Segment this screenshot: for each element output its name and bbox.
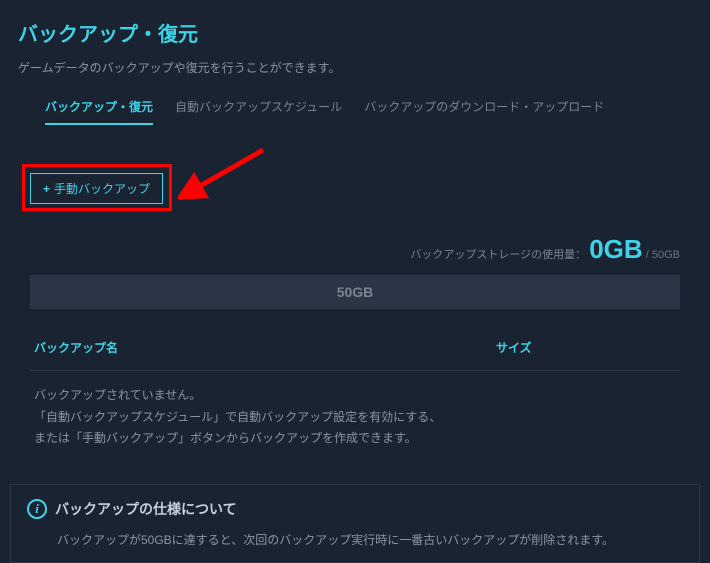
info-panel: i バックアップの仕様について バックアップが50GBに達すると、次回のバックア… bbox=[10, 484, 700, 563]
button-row: + 手動バックアップ bbox=[30, 173, 680, 204]
storage-used-value: 0GB bbox=[589, 234, 642, 264]
page-title: バックアップ・復元 bbox=[0, 0, 710, 47]
storage-bar: 50GB bbox=[30, 275, 680, 309]
info-title: バックアップの仕様について bbox=[55, 499, 237, 519]
tab-auto-schedule[interactable]: 自動バックアップスケジュール bbox=[175, 98, 342, 125]
tab-download-upload[interactable]: バックアップのダウンロード・アップロード bbox=[364, 98, 604, 125]
tab-backup-restore[interactable]: バックアップ・復元 bbox=[45, 98, 153, 125]
info-icon: i bbox=[27, 499, 47, 519]
storage-total-value: / 50GB bbox=[646, 249, 680, 261]
column-header-name: バックアップ名 bbox=[34, 339, 496, 356]
storage-bar-label: 50GB bbox=[337, 284, 374, 300]
manual-backup-button[interactable]: + 手動バックアップ bbox=[30, 173, 163, 204]
empty-line-3: または「手動バックアップ」ボタンからバックアップを作成できます。 bbox=[34, 428, 676, 450]
info-header: i バックアップの仕様について bbox=[27, 499, 683, 519]
backup-table-header: バックアップ名 サイズ bbox=[30, 339, 680, 371]
plus-icon: + bbox=[43, 182, 50, 196]
callout-arrow-icon bbox=[178, 138, 298, 208]
empty-message: バックアップされていません。 「自動バックアップスケジュール」で自動バックアップ… bbox=[30, 371, 680, 450]
empty-line-1: バックアップされていません。 bbox=[34, 385, 676, 407]
manual-backup-button-label: 手動バックアップ bbox=[54, 180, 150, 197]
page-subtitle: ゲームデータのバックアップや復元を行うことができます。 bbox=[0, 47, 710, 76]
storage-label: バックアップストレージの使用量： bbox=[410, 249, 586, 261]
storage-usage: バックアップストレージの使用量： 0GB / 50GB bbox=[30, 234, 680, 265]
tab-bar: バックアップ・復元 自動バックアップスケジュール バックアップのダウンロード・ア… bbox=[0, 76, 710, 125]
empty-line-2: 「自動バックアップスケジュール」で自動バックアップ設定を有効にする、 bbox=[34, 407, 676, 429]
info-body: バックアップが50GBに達すると、次回のバックアップ実行時に一番古いバックアップ… bbox=[27, 519, 683, 548]
column-header-size: サイズ bbox=[496, 339, 676, 356]
content-panel: + 手動バックアップ バックアップストレージの使用量： 0GB / 50GB 5… bbox=[10, 155, 700, 470]
